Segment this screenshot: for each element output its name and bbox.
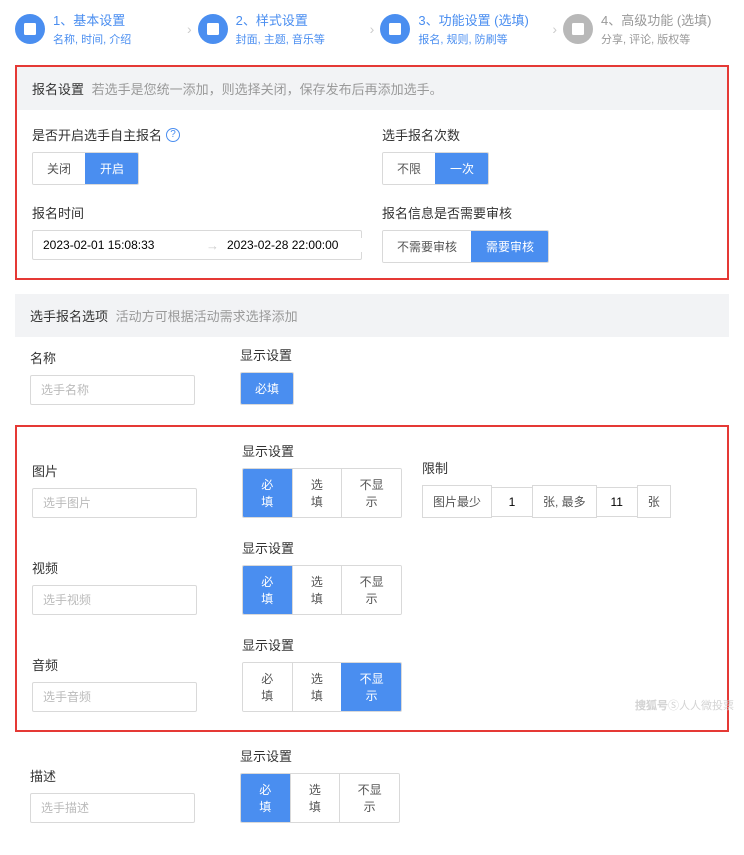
step-icon: [15, 14, 45, 44]
required-button[interactable]: 必填: [243, 469, 292, 517]
audit-label: 报名信息是否需要审核: [382, 203, 712, 222]
required-button[interactable]: 必填: [243, 663, 292, 711]
min-images-input[interactable]: [491, 487, 533, 517]
count-toggle: 不限 一次: [382, 152, 489, 185]
step-4[interactable]: 4、高级功能 (选填) 分享, 评论, 版权等: [563, 10, 729, 47]
chevron-right-icon: ›: [368, 21, 377, 37]
display-label: 显示设置: [242, 635, 402, 654]
audio-display-toggle: 必填 选填 不显示: [242, 662, 402, 712]
wizard-steps: 1、基本设置名称, 时间, 介绍 › 2、样式设置封面, 主题, 音乐等 › 3…: [0, 0, 744, 57]
step-sub: 封面, 主题, 音乐等: [236, 31, 325, 47]
field-label: 名称: [30, 348, 220, 367]
limit-suffix: 张: [637, 485, 671, 518]
step-icon: [198, 14, 228, 44]
hidden-button[interactable]: 不显示: [341, 566, 401, 614]
hidden-button[interactable]: 不显示: [341, 469, 401, 517]
optional-button[interactable]: 选填: [290, 774, 340, 822]
hidden-button[interactable]: 不显示: [339, 774, 399, 822]
watermark: 搜狐号Ⓢ人人微投票: [635, 697, 734, 713]
step-icon: [380, 14, 410, 44]
step-title: 4、高级功能 (选填): [601, 10, 712, 29]
start-date-input[interactable]: [43, 238, 198, 252]
desc-input[interactable]: [30, 793, 195, 823]
optional-button[interactable]: 选填: [292, 469, 342, 517]
limit-label: 限制: [422, 458, 712, 477]
display-label: 显示设置: [242, 441, 402, 460]
display-label: 显示设置: [240, 345, 400, 364]
field-label: 视频: [32, 558, 222, 577]
field-label: 描述: [30, 766, 220, 785]
step-sub: 报名, 规则, 防刷等: [418, 31, 529, 47]
enable-off-button[interactable]: 关闭: [33, 153, 85, 184]
option-row-name: 名称 显示设置 必填: [15, 337, 729, 417]
registration-settings-box: 报名设置 若选手是您统一添加，则选择关闭，保存发布后再添加选手。 是否开启选手自…: [15, 65, 729, 280]
enable-toggle: 关闭 开启: [32, 152, 139, 185]
options-section-header: 选手报名选项 活动方可根据活动需求选择添加: [15, 294, 729, 337]
audit-yes-button[interactable]: 需要审核: [471, 231, 548, 262]
option-row-desc: 描述 显示设置 必填 选填 不显示: [15, 738, 729, 835]
section-title: 报名设置: [32, 82, 84, 97]
step-title: 3、功能设置 (选填): [418, 10, 529, 29]
help-icon[interactable]: ?: [166, 128, 180, 142]
desc-display-toggle: 必填 选填 不显示: [240, 773, 400, 823]
limit-mid: 张, 最多: [532, 485, 597, 518]
step-title: 2、样式设置: [236, 10, 325, 29]
hidden-button[interactable]: 不显示: [341, 663, 401, 711]
option-row-image: 图片 显示设置 必填 选填 不显示 限制 图片最少 张, 最多 张: [17, 433, 727, 530]
option-row-video: 视频 显示设置 必填 选填 不显示: [17, 530, 727, 627]
date-range-picker[interactable]: → 📅: [32, 230, 362, 260]
enable-on-button[interactable]: 开启: [85, 153, 138, 184]
step-2[interactable]: 2、样式设置封面, 主题, 音乐等: [198, 10, 364, 47]
display-label: 显示设置: [242, 538, 402, 557]
arrow-right-icon: →: [198, 238, 227, 253]
count-once-button[interactable]: 一次: [435, 153, 488, 184]
step-1[interactable]: 1、基本设置名称, 时间, 介绍: [15, 10, 181, 47]
audio-input[interactable]: [32, 682, 197, 712]
image-limit-controls: 图片最少 张, 最多 张: [422, 485, 671, 518]
media-options-box: 图片 显示设置 必填 选填 不显示 限制 图片最少 张, 最多 张: [15, 425, 729, 732]
optional-button[interactable]: 选填: [292, 663, 342, 711]
step-icon: [563, 14, 593, 44]
section-title: 选手报名选项: [30, 309, 108, 324]
audit-toggle: 不需要审核 需要审核: [382, 230, 549, 263]
field-label: 图片: [32, 461, 222, 480]
optional-button[interactable]: 选填: [292, 566, 342, 614]
max-images-input[interactable]: [596, 487, 638, 517]
label-text: 是否开启选手自主报名: [32, 125, 162, 144]
watermark-brand: 搜狐号: [635, 700, 668, 712]
name-input[interactable]: [30, 375, 195, 405]
required-button[interactable]: 必填: [243, 566, 292, 614]
section-desc: 若选手是您统一添加，则选择关闭，保存发布后再添加选手。: [92, 82, 443, 97]
required-button[interactable]: 必填: [241, 373, 293, 404]
video-input[interactable]: [32, 585, 197, 615]
count-unlimited-button[interactable]: 不限: [383, 153, 435, 184]
enable-self-register-label: 是否开启选手自主报名 ?: [32, 125, 362, 144]
video-display-toggle: 必填 选填 不显示: [242, 565, 402, 615]
end-date-input[interactable]: [227, 238, 382, 252]
image-display-toggle: 必填 选填 不显示: [242, 468, 402, 518]
register-time-label: 报名时间: [32, 203, 362, 222]
section-desc: 活动方可根据活动需求选择添加: [116, 309, 298, 324]
limit-prefix: 图片最少: [422, 485, 492, 518]
chevron-right-icon: ›: [550, 21, 559, 37]
register-count-label: 选手报名次数: [382, 125, 712, 144]
display-label: 显示设置: [240, 746, 400, 765]
step-sub: 分享, 评论, 版权等: [601, 31, 712, 47]
chevron-right-icon: ›: [185, 21, 194, 37]
step-3[interactable]: 3、功能设置 (选填) 报名, 规则, 防刷等: [380, 10, 546, 47]
name-display-toggle: 必填: [240, 372, 294, 405]
option-row-audio: 音频 显示设置 必填 选填 不显示: [17, 627, 727, 724]
watermark-author: 人人微投票: [679, 700, 734, 712]
step-title: 1、基本设置: [53, 10, 131, 29]
image-input[interactable]: [32, 488, 197, 518]
audit-no-button[interactable]: 不需要审核: [383, 231, 471, 262]
required-button[interactable]: 必填: [241, 774, 290, 822]
step-sub: 名称, 时间, 介绍: [53, 31, 131, 47]
field-label: 音频: [32, 655, 222, 674]
section-header: 报名设置 若选手是您统一添加，则选择关闭，保存发布后再添加选手。: [17, 67, 727, 110]
